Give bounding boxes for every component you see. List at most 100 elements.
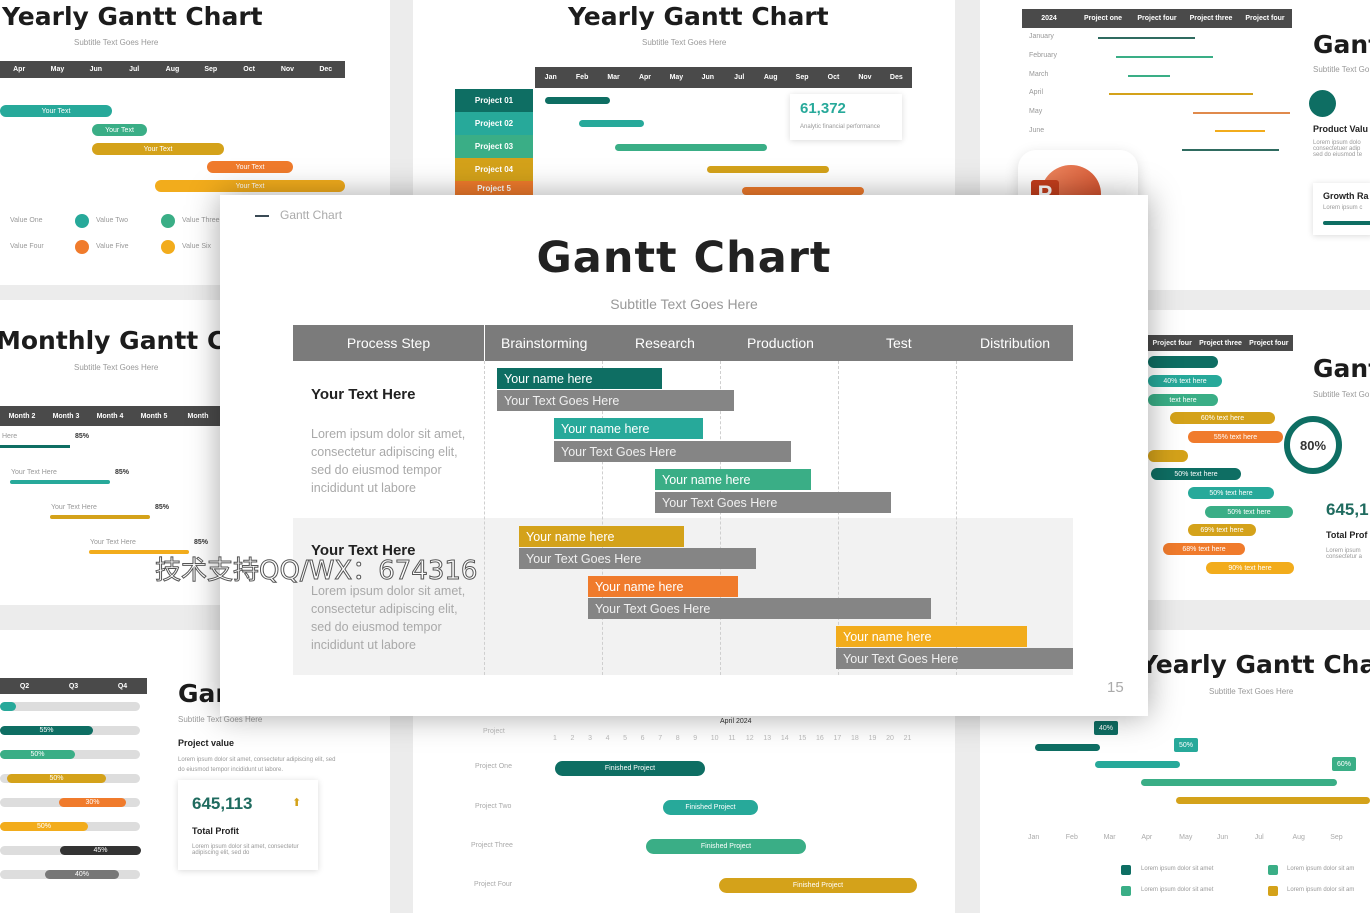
quarter-header: Q2 Q3 Q4 (0, 678, 147, 694)
slide-subtitle: Subtitle Text Go (1313, 390, 1370, 399)
gantt-bar: Finished Project (646, 839, 806, 854)
section-text: Lorem ipsum dolo consectetuer adip sed d… (1313, 140, 1363, 158)
task-name-bar: Your name here (588, 576, 738, 597)
project-label: Project 01 (455, 89, 533, 112)
slide-title: Gant (1313, 30, 1370, 59)
column-header: Distribution (980, 335, 1051, 351)
month-label: April 2024 (720, 718, 752, 725)
task-duration-bar: Your Text Goes Here (836, 648, 1073, 669)
legend-item: Value One (10, 217, 43, 224)
gantt-bar: Finished Project (719, 878, 917, 893)
slide-title: Gant (1313, 354, 1370, 383)
stat-value: 645,113 (192, 794, 253, 813)
month-header: Month 2 Month 3 Month 4 Month 5 Month (0, 406, 220, 426)
growth-text: Lorem ipsum c (1323, 205, 1363, 211)
bg-slide-yearly-2: Yearly Gantt Chart Subtitle Text Goes He… (413, 0, 955, 195)
month-label: February (1029, 52, 1058, 59)
legend-item: Value Five (96, 243, 129, 250)
arrow-up-icon: ⬆ (292, 797, 302, 809)
page-title: Gantt Chart (536, 233, 832, 283)
main-slide: Gantt Chart Gantt Chart Subtitle Text Go… (220, 195, 1148, 716)
task-name-bar: Your name here (497, 368, 662, 389)
task-duration-bar: Your Text Goes Here (588, 598, 931, 619)
legend-item: Value Four (10, 243, 44, 250)
gantt-bar: Finished Project (555, 761, 705, 776)
project-label: Project 04 (455, 158, 533, 181)
page-number: 15 (1107, 679, 1124, 696)
project-label: Project 03 (455, 135, 533, 158)
month-label: June (1029, 127, 1045, 134)
group-description: Lorem ipsum dolor sit amet, consectetur … (311, 427, 466, 495)
task-name-bar: Your name here (554, 418, 703, 439)
stat-label: Total Prof (1326, 530, 1368, 540)
growth-card: Growth Ra Lorem ipsum c (1313, 183, 1370, 235)
watermark: 技术支持QQ/WX：674316 (154, 556, 478, 587)
bg-slide-progress: Project four Project three Project four 40… (1148, 310, 1370, 600)
stat-text: Lorem ipsum dolor sit amet, consectetur … (192, 844, 299, 856)
task-duration-bar: Your Text Goes Here (554, 441, 791, 462)
bg-slide-april: April 2024 Project 1 2 3 4 5 6 7 8 9 10 11 12 13 14 15… (413, 716, 955, 913)
legend-item: Value Six (182, 243, 212, 250)
slide-subtitle: Subtitle Text Goes Here (642, 38, 727, 47)
project-label: Project 5 (455, 181, 533, 195)
month-label: April (1029, 89, 1044, 96)
slide-title: Yearly Gantt Chart (1140, 650, 1370, 679)
column-header: Test (886, 335, 912, 351)
stat-label: Total Profit (192, 826, 239, 836)
group-heading: Your Text Here (311, 386, 416, 403)
clipboard-icon (1309, 90, 1336, 117)
stat-text: Lorem ipsum consectetur a (1326, 548, 1363, 560)
month-header: Jan Feb Mar Apr May Jun Jul Aug Sep Oct Nov Des (535, 67, 912, 88)
slide-subtitle: Subtitle Text Goes Here (74, 38, 159, 47)
column-header: Brainstorming (501, 335, 588, 351)
month-label: March (1029, 71, 1049, 78)
slide-subtitle: Subtitle Text Goes Here (1209, 687, 1294, 696)
task-duration-bar: Your Text Goes Here (655, 492, 891, 513)
slide-title: Yearly Gantt Chart (568, 2, 829, 31)
gantt-bar: Finished Project (663, 800, 758, 815)
column-header-row: Brainstorming Research Production Test D… (485, 325, 1073, 361)
column-header: Production (747, 335, 814, 351)
slide-subtitle: Subtitle Text Goes Here (74, 363, 159, 372)
gantt-bar: Your Text (207, 161, 293, 173)
legend-dot (161, 240, 175, 254)
month-label: January (1029, 33, 1054, 40)
column-header: Research (635, 335, 695, 351)
slide-subtitle: Subtitle Text Go (1313, 65, 1370, 74)
task-name-bar: Your name here (655, 469, 811, 490)
legend-item: Value Three (182, 217, 220, 224)
task-name-bar: Your name here (836, 626, 1027, 647)
gantt-bar (742, 187, 864, 195)
legend-dot (161, 214, 175, 228)
stat-value: 645,1 (1326, 500, 1369, 519)
gantt-bar (545, 97, 610, 104)
gantt-bar (615, 144, 767, 151)
task-duration-bar: Your Text Goes Here (497, 390, 734, 411)
section-heading: Project value (178, 738, 235, 748)
breadcrumb: Gantt Chart (280, 208, 343, 222)
section-heading: Product Valu (1313, 124, 1369, 134)
stat-value: 61,372 (800, 100, 846, 117)
progress-ring: 80% (1284, 416, 1342, 474)
legend-dot (75, 214, 89, 228)
column-header: Project (483, 728, 505, 735)
task-duration-bar: Your Text Goes Here (519, 548, 756, 569)
header-row: Project four Project three Project four (1148, 335, 1293, 351)
gantt-bar: Your Text (0, 105, 112, 117)
growth-label: Growth Ra (1323, 191, 1369, 201)
gantt-bar (579, 120, 644, 127)
legend-dot (75, 240, 89, 254)
slide-subtitle: Subtitle Text Goes Here (178, 715, 263, 724)
section-text: Lorem ipsum dolor sit amet, consectetur … (178, 757, 336, 773)
group-description: Lorem ipsum dolor sit amet, consectetur … (311, 584, 466, 652)
task-name-bar: Your name here (519, 526, 684, 547)
slide-title: Yearly Gantt Chart (2, 2, 263, 31)
gantt-bar: Your Text (92, 143, 224, 155)
page-subtitle: Subtitle Text Goes Here (610, 296, 758, 312)
gantt-bar: Your Text (92, 124, 147, 136)
project-label: Project 02 (455, 112, 533, 135)
header-row: 2024 Project one Project four Project three… (1022, 9, 1292, 28)
month-axis: Jan Feb Mar Apr May Jun Jul Aug Sep (1028, 834, 1343, 841)
gantt-bar: Your Text (155, 180, 345, 192)
column-header-process-step: Process Step (293, 325, 484, 361)
